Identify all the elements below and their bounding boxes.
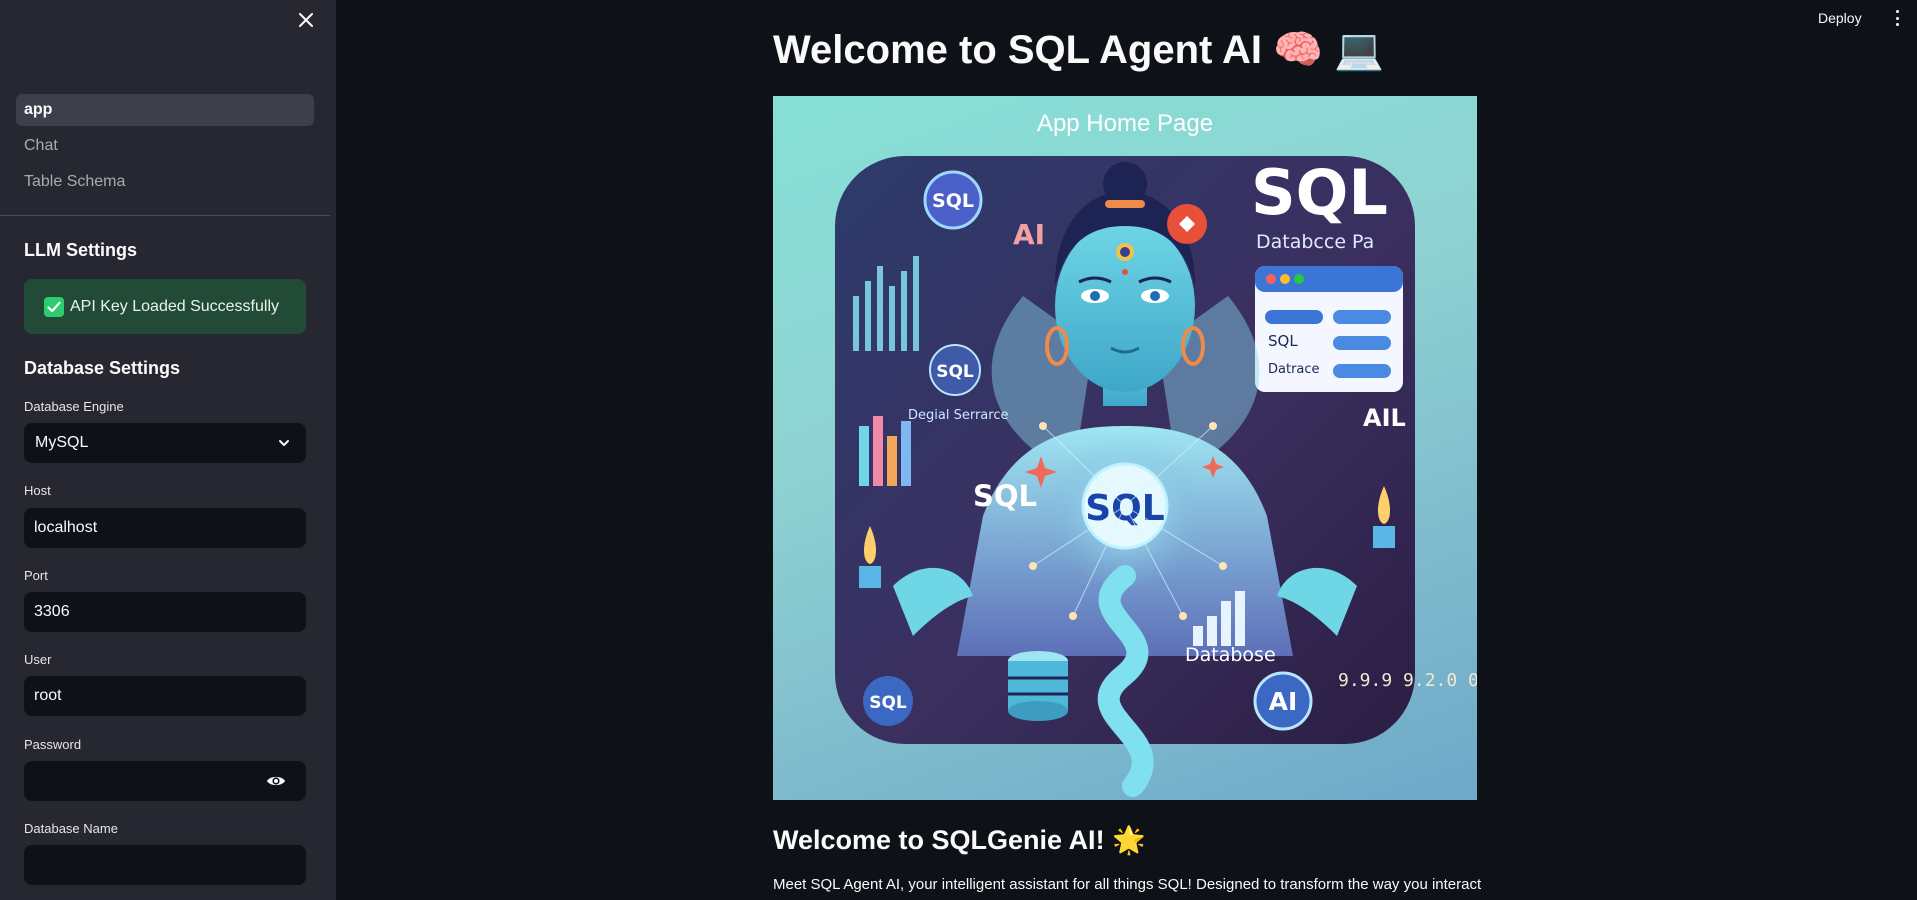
close-icon — [299, 13, 313, 27]
database-engine-value: MySQL — [35, 434, 89, 451]
check-icon — [44, 296, 64, 317]
chevron-down-icon — [279, 440, 289, 446]
svg-text:SQL: SQL — [936, 362, 974, 382]
section-heading: Welcome to SQLGenie AI! 🌟 — [773, 825, 1146, 855]
port-input[interactable]: 3306 — [24, 592, 306, 632]
hero-database: Databose — [1185, 644, 1276, 666]
database-settings-heading: Database Settings — [24, 358, 181, 378]
password-input[interactable] — [24, 761, 306, 801]
deploy-button[interactable]: Deploy — [1818, 6, 1862, 30]
svg-text:AI: AI — [1269, 687, 1298, 716]
kebab-dot — [1895, 23, 1899, 26]
main-menu-button[interactable] — [1890, 8, 1904, 28]
hero-sql-big: SQL — [1251, 156, 1388, 229]
hero-digital: Degial Serrarce — [908, 408, 1008, 423]
user-input[interactable]: root — [24, 676, 306, 716]
eye-icon[interactable] — [266, 772, 286, 790]
kebab-dot — [1895, 16, 1899, 20]
svg-text:SQL: SQL — [869, 693, 907, 713]
close-sidebar-button[interactable] — [294, 8, 318, 32]
hero-ai-right: AIL — [1363, 404, 1406, 432]
user-label: User — [24, 652, 52, 667]
svg-text:SQL: SQL — [932, 190, 974, 212]
password-label: Password — [24, 737, 82, 752]
svg-text:Datrace: Datrace — [1268, 362, 1320, 377]
port-value: 3306 — [34, 603, 70, 620]
hero-sql-left: SQL — [973, 479, 1037, 513]
kebab-dot — [1895, 10, 1899, 13]
database-name-label: Database Name — [24, 821, 118, 836]
intro-paragraph: Meet SQL Agent AI, your intelligent assi… — [773, 876, 1482, 893]
sidebar-item-chat[interactable]: Chat — [16, 130, 314, 162]
hero-ai-label: AI — [1013, 218, 1045, 251]
hero-database-page: Databcce Pa — [1256, 231, 1374, 253]
host-label: Host — [24, 483, 51, 498]
sidebar-divider — [0, 215, 330, 216]
svg-text:SQL: SQL — [1268, 332, 1298, 350]
hero-illustration: SQL SQL SQL AI SQL Databcce Pa SQL Datra… — [835, 156, 1477, 797]
sidebar-item-app[interactable]: app — [16, 94, 314, 126]
sidebar-nav: app Chat Table Schema — [16, 94, 314, 202]
page-title: Welcome to SQL Agent AI 🧠 💻 — [773, 28, 1384, 72]
llm-settings-heading: LLM Settings — [24, 240, 137, 260]
api-key-status-text: API Key Loaded Successfully — [70, 297, 280, 315]
database-engine-select[interactable]: MySQL — [24, 423, 306, 463]
sidebar-item-table-schema[interactable]: Table Schema — [16, 166, 314, 198]
database-engine-label: Database Engine — [24, 399, 124, 414]
hero-image: App Home Page SQL SQL SQL AI SQL Databcc… — [773, 96, 1477, 800]
user-value: root — [34, 687, 62, 704]
database-name-input[interactable] — [24, 845, 306, 885]
host-input[interactable]: localhost — [24, 508, 306, 548]
port-label: Port — [24, 568, 48, 583]
api-key-status-alert: API Key Loaded Successfully — [24, 279, 306, 334]
hero-numbers: 9.9.9 9.2.0 0.0.9 — [1338, 670, 1477, 691]
host-value: localhost — [34, 519, 98, 536]
sidebar: app Chat Table Schema LLM Settings API K… — [0, 0, 336, 900]
